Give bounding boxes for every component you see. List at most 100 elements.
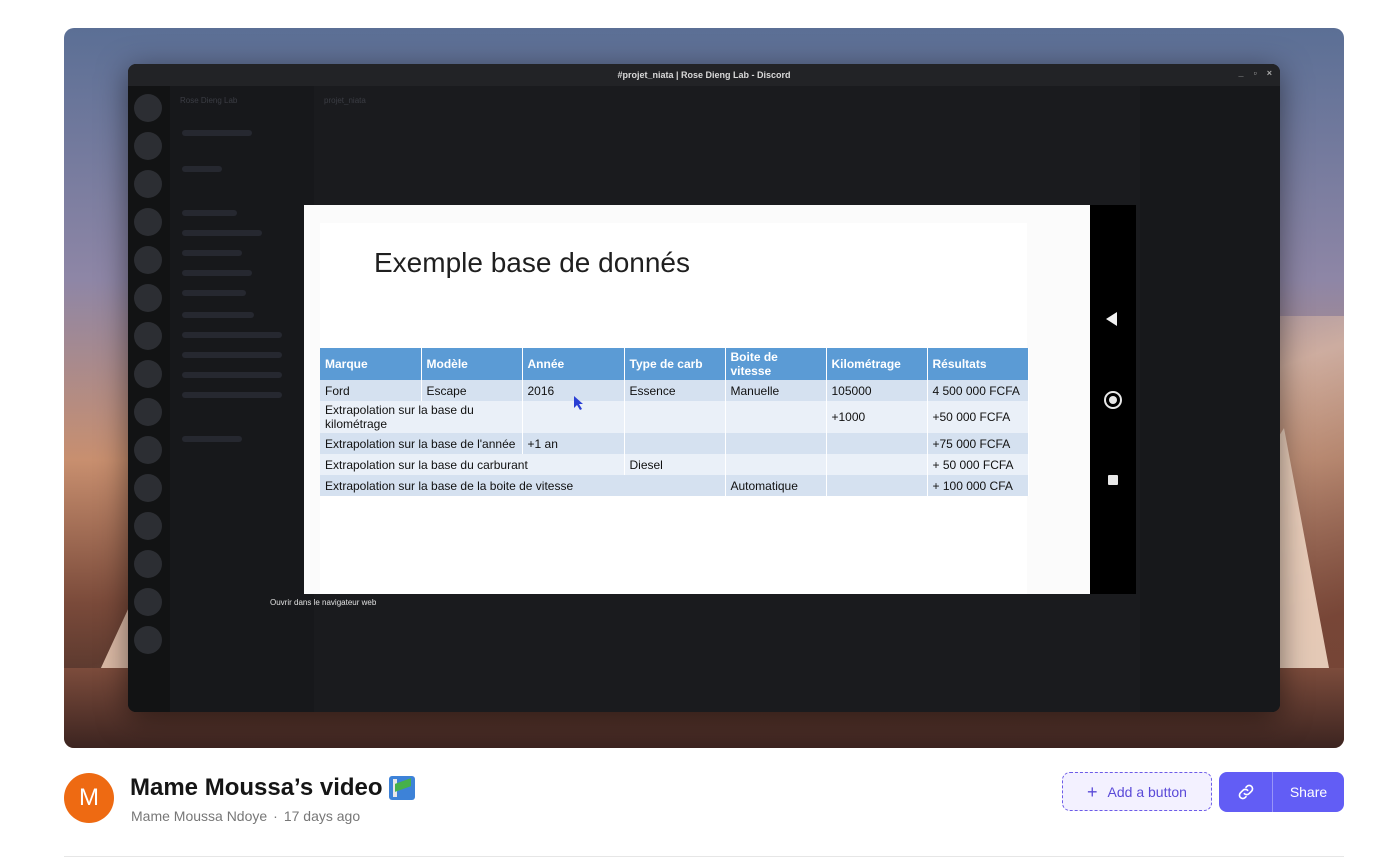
table-row: Extrapolation sur la base de la boite de… bbox=[320, 475, 1029, 496]
window-title: #projet_niata | Rose Dieng Lab - Discord bbox=[617, 70, 791, 80]
server-icon bbox=[134, 398, 162, 426]
add-button-label: Add a button bbox=[1107, 783, 1187, 800]
server-icon bbox=[134, 436, 162, 464]
channel-item bbox=[182, 130, 252, 136]
table-cell: +1000 bbox=[826, 401, 928, 433]
member-list bbox=[1140, 86, 1280, 712]
table-row: Extrapolation sur la base du carburant D… bbox=[320, 454, 1029, 475]
table-row: Extrapolation sur la base de l'année +1 … bbox=[320, 433, 1029, 454]
table-cell: +1 an bbox=[522, 433, 625, 454]
slide-title: Exemple base de donnés bbox=[374, 247, 690, 278]
table-cell: 2016 bbox=[522, 380, 625, 401]
server-icon bbox=[134, 170, 162, 198]
server-icon bbox=[134, 360, 162, 388]
avatar[interactable]: M bbox=[64, 773, 114, 823]
back-icon[interactable] bbox=[1106, 312, 1117, 326]
channel-item bbox=[182, 352, 282, 358]
video-age: 17 days ago bbox=[283, 808, 361, 824]
table-cell bbox=[522, 401, 625, 433]
table-cell: Automatique bbox=[725, 475, 827, 496]
table-cell: Manuelle bbox=[725, 380, 827, 401]
table-cell bbox=[624, 433, 726, 454]
table-cell: +75 000 FCFA bbox=[927, 433, 1029, 454]
table-cell: Extrapolation sur la base de l'année bbox=[320, 433, 523, 454]
table-header-row: Marque Modèle Année Type de carb Boite d… bbox=[320, 348, 1029, 380]
channel-item bbox=[182, 436, 242, 442]
add-a-button-button[interactable]: + Add a button bbox=[1062, 772, 1212, 811]
minimize-button[interactable]: _ bbox=[1239, 68, 1244, 78]
android-nav-bar bbox=[1090, 205, 1136, 594]
maximize-button[interactable]: ▫ bbox=[1254, 68, 1257, 78]
channel-item bbox=[182, 332, 282, 338]
video-title: Mame Moussa’s video bbox=[130, 774, 415, 802]
channel-item bbox=[182, 230, 262, 236]
channel-list: Rose Dieng Lab bbox=[170, 86, 314, 712]
table-cell bbox=[826, 433, 928, 454]
server-name: Rose Dieng Lab bbox=[180, 96, 238, 105]
screen-share-stream[interactable]: Exemple base de donnés Marque Modèle Ann… bbox=[304, 205, 1136, 594]
server-icon bbox=[134, 246, 162, 274]
table-cell bbox=[826, 475, 928, 496]
share-button[interactable]: Share bbox=[1273, 772, 1344, 812]
table-cell: 105000 bbox=[826, 380, 928, 401]
channel-item bbox=[182, 312, 254, 318]
window-controls: _ ▫ × bbox=[1239, 68, 1272, 78]
recent-apps-icon[interactable] bbox=[1108, 475, 1118, 485]
column-header: Kilométrage bbox=[826, 348, 928, 380]
meta-separator: · bbox=[273, 808, 278, 824]
window-titlebar: #projet_niata | Rose Dieng Lab - Discord… bbox=[128, 64, 1280, 86]
table-row: Ford Escape 2016 Essence Manuelle 105000… bbox=[320, 380, 1029, 401]
table-cell: Essence bbox=[624, 380, 726, 401]
table-cell bbox=[725, 401, 827, 433]
table-cell bbox=[725, 454, 827, 475]
author-name[interactable]: Mame Moussa Ndoye bbox=[131, 808, 267, 824]
server-icon bbox=[134, 550, 162, 578]
channel-item bbox=[182, 210, 237, 216]
column-header: Modèle bbox=[421, 348, 523, 380]
video-title-text: Mame Moussa’s video bbox=[130, 774, 383, 801]
share-button-group: Share bbox=[1219, 772, 1344, 812]
table-cell: Extrapolation sur la base du carburant bbox=[320, 454, 625, 475]
column-header: Type de carb bbox=[624, 348, 726, 380]
column-header: Année bbox=[522, 348, 625, 380]
server-icon bbox=[134, 94, 162, 122]
column-header: Résultats bbox=[927, 348, 1029, 380]
video-player[interactable]: #projet_niata | Rose Dieng Lab - Discord… bbox=[64, 28, 1344, 748]
close-button[interactable]: × bbox=[1267, 68, 1272, 78]
server-icon bbox=[134, 322, 162, 350]
table-cell: Extrapolation sur la base du kilométrage bbox=[320, 401, 523, 433]
column-header: Marque bbox=[320, 348, 422, 380]
server-icon bbox=[134, 284, 162, 312]
plus-icon: + bbox=[1087, 781, 1098, 802]
table-cell bbox=[725, 433, 827, 454]
table-cell bbox=[826, 454, 928, 475]
presentation-slide: Exemple base de donnés Marque Modèle Ann… bbox=[304, 205, 1090, 594]
table-cell: +50 000 FCFA bbox=[927, 401, 1029, 433]
open-in-browser-link[interactable]: Ouvrir dans le navigateur web bbox=[270, 598, 376, 607]
channel-item bbox=[182, 270, 252, 276]
channel-item bbox=[182, 166, 222, 172]
column-header: Boite de vitesse bbox=[725, 348, 827, 380]
server-rail bbox=[128, 86, 170, 712]
video-info-bar: M Mame Moussa’s video Mame Moussa Ndoye ·… bbox=[64, 768, 1344, 828]
table-cell: Escape bbox=[421, 380, 523, 401]
home-icon[interactable] bbox=[1104, 391, 1122, 409]
table-cell: 4 500 000 FCFA bbox=[927, 380, 1029, 401]
table-cell: + 100 000 CFA bbox=[927, 475, 1029, 496]
channel-header: projet_niata bbox=[324, 96, 366, 105]
channel-item bbox=[182, 372, 282, 378]
table-row: Extrapolation sur la base du kilométrage… bbox=[320, 401, 1029, 433]
table-cell: Ford bbox=[320, 380, 422, 401]
copy-link-button[interactable] bbox=[1219, 772, 1273, 812]
channel-item bbox=[182, 250, 242, 256]
table-cell: Extrapolation sur la base de la boite de… bbox=[320, 475, 726, 496]
server-icon bbox=[134, 626, 162, 654]
server-icon bbox=[134, 208, 162, 236]
channel-item bbox=[182, 290, 246, 296]
discord-window: #projet_niata | Rose Dieng Lab - Discord… bbox=[128, 64, 1280, 712]
video-meta: Mame Moussa Ndoye · 17 days ago bbox=[131, 808, 360, 824]
table-cell: + 50 000 FCFA bbox=[927, 454, 1029, 475]
table-cell: Diesel bbox=[624, 454, 726, 475]
server-icon bbox=[134, 512, 162, 540]
mouse-cursor-icon bbox=[574, 396, 583, 410]
